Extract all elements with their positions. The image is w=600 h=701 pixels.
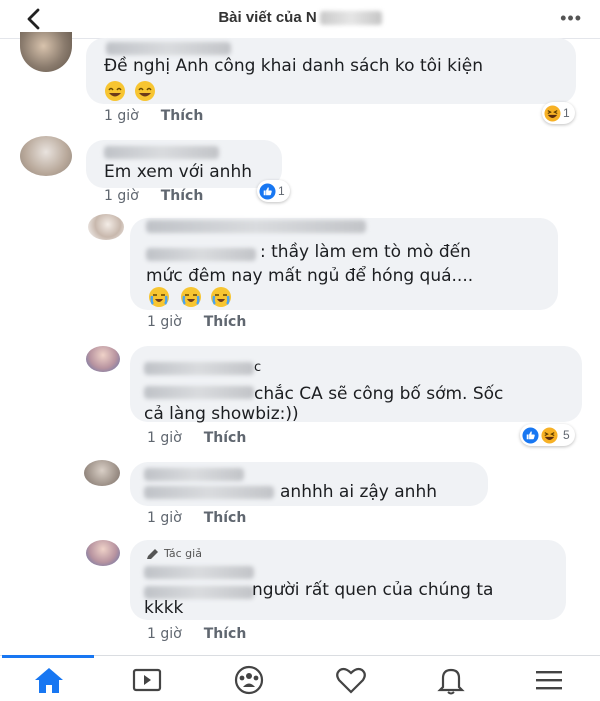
- comment-time: 1 giờ: [147, 626, 182, 642]
- blurred-mention: [146, 248, 256, 261]
- comment-time: 1 giờ: [147, 314, 182, 330]
- nav-menu[interactable]: [532, 665, 566, 695]
- comment-meta: 1 giờ Thích: [147, 626, 246, 642]
- comment-text: người rất quen của chúng ta: [252, 580, 494, 600]
- reaction-count: 1: [278, 184, 285, 198]
- blurred-author-name: [146, 220, 366, 233]
- like-button[interactable]: Thích: [204, 510, 247, 526]
- page-title: Bài viết của N: [0, 9, 600, 26]
- comment-bubble: Đề nghị Anh công khai danh sách ko tôi k…: [86, 38, 576, 104]
- reaction-summary[interactable]: 1: [542, 102, 575, 124]
- dating-heart-icon: [336, 667, 366, 694]
- nav-home[interactable]: [32, 665, 66, 695]
- grinning-emoji: [135, 81, 155, 101]
- like-button[interactable]: Thích: [204, 626, 247, 642]
- active-tab-indicator: [2, 655, 94, 658]
- nav-groups[interactable]: [232, 665, 266, 695]
- comment-meta: 1 giờ Thích: [147, 314, 246, 330]
- comment-meta: 1 giờ Thích: [147, 430, 246, 446]
- comment-text: kkkk: [144, 598, 184, 618]
- comment-bubble: anhhh ai zậy anhh: [130, 462, 488, 506]
- comment-text: Đề nghị Anh công khai danh sách ko tôi k…: [104, 56, 483, 76]
- watch-video-icon: [132, 668, 162, 692]
- comment-time: 1 giờ: [104, 188, 139, 204]
- blurred-author-name: [104, 146, 219, 159]
- more-options-button[interactable]: •••: [560, 8, 582, 29]
- reaction-count: 5: [563, 428, 570, 442]
- blurred-mention: [144, 486, 274, 499]
- blurred-author-name: [106, 42, 231, 55]
- reaction-summary[interactable]: 5: [520, 424, 575, 446]
- author-badge: Tác giả: [164, 547, 202, 560]
- avatar[interactable]: [20, 32, 72, 72]
- blurred-author-name: [144, 566, 254, 579]
- comment-meta: 1 giờ Thích: [147, 510, 246, 526]
- haha-icon: [541, 426, 558, 444]
- ellipsis-icon: •••: [560, 8, 582, 28]
- blurred-author-name: [144, 362, 254, 375]
- nav-watch[interactable]: [130, 665, 164, 695]
- blurred-text: [144, 386, 254, 399]
- comment-text: Em xem với anhh: [104, 162, 252, 182]
- menu-icon: [536, 671, 562, 690]
- crying-emoji: [211, 287, 231, 307]
- comment-time: 1 giờ: [147, 430, 182, 446]
- avatar[interactable]: [20, 136, 72, 176]
- comment-bubble: c chắc CA sẽ công bố sớm. Sốc cả làng sh…: [130, 346, 582, 424]
- groups-icon: [234, 665, 264, 695]
- comment-bubble: Tác giả người rất quen của chúng ta kkkk: [130, 540, 566, 620]
- like-icon: [522, 426, 539, 444]
- nav-dating[interactable]: [334, 665, 368, 695]
- comment-text: : thầy làm em tò mò đến: [260, 242, 471, 262]
- comment-time: 1 giờ: [147, 510, 182, 526]
- blurred-name: [319, 11, 382, 26]
- like-button[interactable]: Thích: [161, 108, 204, 124]
- comment-text: anhhh ai zậy anhh: [280, 482, 438, 502]
- avatar[interactable]: [88, 214, 124, 240]
- notifications-bell-icon: [437, 668, 465, 695]
- reaction-count: 1: [563, 106, 570, 120]
- bottom-navigation-bar: [0, 655, 600, 701]
- blurred-author-name: [144, 468, 244, 481]
- haha-icon: [544, 104, 561, 122]
- crying-emoji: [149, 287, 169, 307]
- like-button[interactable]: Thích: [204, 430, 247, 446]
- comment-meta: 1 giờ Thích: [104, 188, 203, 204]
- like-icon: [259, 182, 276, 200]
- avatar[interactable]: [84, 460, 120, 486]
- nav-notifications[interactable]: [434, 665, 468, 695]
- like-button[interactable]: Thích: [204, 314, 247, 330]
- home-icon: [35, 668, 63, 693]
- comment-text: mức đêm nay mất ngủ để hóng quá....: [146, 266, 474, 286]
- avatar[interactable]: [86, 346, 120, 372]
- comment-text: chắc CA sẽ công bố sớm. Sốc: [254, 384, 504, 404]
- comment-bubble: Em xem với anhh: [86, 140, 282, 188]
- reaction-summary[interactable]: 1: [257, 180, 290, 202]
- comment-time: 1 giờ: [104, 108, 139, 124]
- like-button[interactable]: Thích: [161, 188, 204, 204]
- avatar[interactable]: [86, 540, 120, 566]
- comment-text: cả làng showbiz:)): [144, 404, 299, 424]
- grinning-emoji: [105, 81, 125, 101]
- top-app-bar: Bài viết của N •••: [0, 0, 600, 39]
- comment-meta: 1 giờ Thích: [104, 108, 203, 124]
- author-partial-name: c: [254, 360, 262, 375]
- pencil-icon: [147, 549, 158, 559]
- crying-emoji: [181, 287, 201, 307]
